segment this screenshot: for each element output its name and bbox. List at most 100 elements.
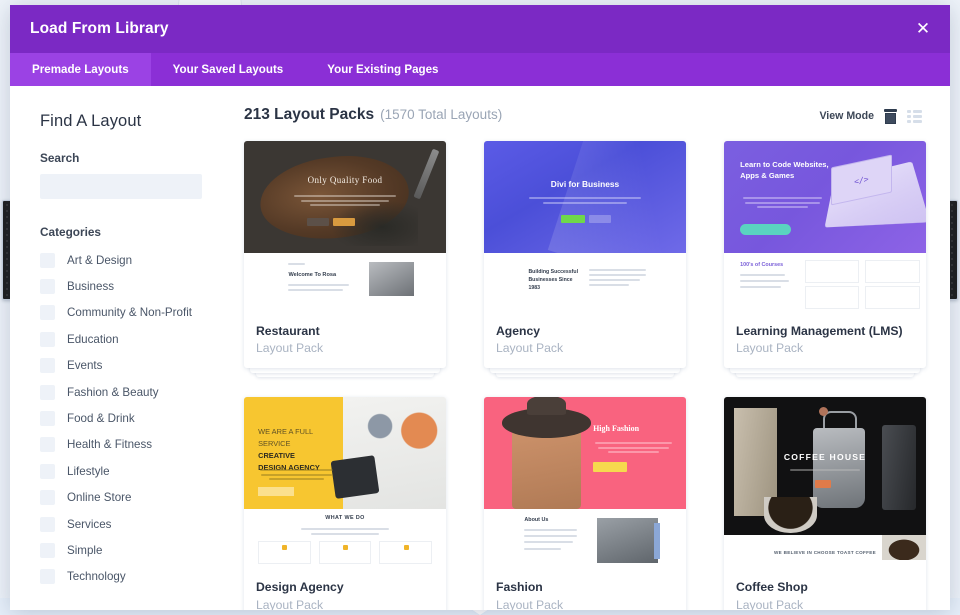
layout-pack-card-design-agency[interactable]: WE ARE A FULL SERVICE CREATIVE DESIGN AG… xyxy=(244,397,446,610)
category-label: Community & Non-Profit xyxy=(67,306,192,319)
thumb-hero-text: CREATIVE xyxy=(258,451,295,460)
category-label: Food & Drink xyxy=(67,412,135,425)
pack-title: Agency xyxy=(496,324,674,339)
layout-pack-card-restaurant[interactable]: Only Quality Food Welcome To Rosa xyxy=(244,141,446,368)
category-community-non-profit[interactable]: Community & Non-Profit xyxy=(40,300,218,326)
checkbox-icon[interactable] xyxy=(40,253,55,268)
category-label: Services xyxy=(67,518,111,531)
pack-subtitle: Layout Pack xyxy=(256,598,434,611)
category-label: Lifestyle xyxy=(67,465,110,478)
thumb-hero-text: Learn to Code Websites, Apps & Games xyxy=(740,159,837,181)
sidebar-heading: Find A Layout xyxy=(40,112,218,131)
modal-title: Load From Library xyxy=(10,20,169,38)
results-header: 213 Layout Packs (1570 Total Layouts) Vi… xyxy=(244,106,926,124)
pack-thumbnail-secondary: About Us xyxy=(484,509,686,571)
load-from-library-modal: Load From Library ✕ Premade Layouts Your… xyxy=(10,5,950,610)
layout-packs-panel: 213 Layout Packs (1570 Total Layouts) Vi… xyxy=(236,86,950,610)
category-events[interactable]: Events xyxy=(40,353,218,379)
thumb-hero-text: Only Quality Food xyxy=(244,175,446,185)
category-label: Technology xyxy=(67,570,126,583)
pack-thumbnail-secondary: 100's of Courses xyxy=(724,253,926,315)
pack-thumbnail-secondary: Building Successful Businesses Since 198… xyxy=(484,253,686,315)
pack-thumbnail: </> Learn to Code Websites, Apps & Games xyxy=(724,141,926,253)
tab-your-existing-pages[interactable]: Your Existing Pages xyxy=(305,53,460,86)
category-fashion-beauty[interactable]: Fashion & Beauty xyxy=(40,379,218,405)
category-health-fitness[interactable]: Health & Fitness xyxy=(40,432,218,458)
total-layouts: (1570 Total Layouts) xyxy=(380,107,502,122)
thumb-hero-text: High Fashion xyxy=(593,424,639,433)
category-technology[interactable]: Technology xyxy=(40,564,218,590)
tab-your-saved-layouts[interactable]: Your Saved Layouts xyxy=(151,53,306,86)
pack-subtitle: Layout Pack xyxy=(496,598,674,611)
checkbox-icon[interactable] xyxy=(40,305,55,320)
view-mode-control: View Mode xyxy=(819,109,922,124)
categories-label: Categories xyxy=(40,225,218,239)
checkbox-icon[interactable] xyxy=(40,490,55,505)
category-label: Education xyxy=(67,333,119,346)
category-label: Health & Fitness xyxy=(67,438,152,451)
pack-thumbnail-secondary: Welcome To Rosa xyxy=(244,253,446,315)
pack-subtitle: Layout Pack xyxy=(496,341,674,355)
thumb-sub-heading: Welcome To Rosa xyxy=(288,272,336,278)
thumb-sub-heading: Building Successful Businesses Since 198… xyxy=(528,269,581,292)
checkbox-icon[interactable] xyxy=(40,543,55,558)
layout-pack-card-coffee-shop[interactable]: COFFEE HOUSE WE BELIEVE IN CHOOSE TOAST … xyxy=(724,397,926,610)
checkbox-icon[interactable] xyxy=(40,358,55,373)
checkbox-icon[interactable] xyxy=(40,385,55,400)
tab-strip: Premade Layouts Your Saved Layouts Your … xyxy=(10,53,950,86)
category-lifestyle[interactable]: Lifestyle xyxy=(40,458,218,484)
thumb-sub-heading: WHAT WE DO xyxy=(244,515,446,521)
tab-premade-layouts[interactable]: Premade Layouts xyxy=(10,53,151,86)
category-services[interactable]: Services xyxy=(40,511,218,537)
pack-title: Restaurant xyxy=(256,324,434,339)
list-view-icon[interactable] xyxy=(907,109,922,124)
close-icon[interactable]: ✕ xyxy=(910,16,936,42)
thumb-sub-heading: About Us xyxy=(524,517,548,523)
modal-header: Load From Library ✕ xyxy=(10,5,950,53)
checkbox-icon[interactable] xyxy=(40,411,55,426)
category-label: Events xyxy=(67,359,102,372)
checkbox-icon[interactable] xyxy=(40,332,55,347)
category-label: Fashion & Beauty xyxy=(67,386,159,399)
layout-pack-card-agency[interactable]: Divi for Business Building Successful Bu… xyxy=(484,141,686,368)
category-label: Business xyxy=(67,280,114,293)
grid-view-icon[interactable] xyxy=(883,109,898,124)
checkbox-icon[interactable] xyxy=(40,517,55,532)
checkbox-icon[interactable] xyxy=(40,279,55,294)
category-simple[interactable]: Simple xyxy=(40,537,218,563)
pack-thumbnail: COFFEE HOUSE xyxy=(724,397,926,535)
category-art-design[interactable]: Art & Design xyxy=(40,247,218,273)
pack-thumbnail: Only Quality Food xyxy=(244,141,446,253)
category-label: Simple xyxy=(67,544,102,557)
thumb-hero-eyebrow: WE ARE A FULL SERVICE xyxy=(258,427,313,448)
pack-subtitle: Layout Pack xyxy=(736,341,914,355)
view-mode-label: View Mode xyxy=(819,110,874,122)
checkbox-icon[interactable] xyxy=(40,464,55,479)
category-online-store[interactable]: Online Store xyxy=(40,485,218,511)
pack-subtitle: Layout Pack xyxy=(736,598,914,611)
layout-pack-card-lms[interactable]: </> Learn to Code Websites, Apps & Games… xyxy=(724,141,926,368)
pack-subtitle: Layout Pack xyxy=(256,341,434,355)
category-label: Online Store xyxy=(67,491,131,504)
search-input[interactable] xyxy=(40,174,202,199)
search-label: Search xyxy=(40,151,218,165)
pack-thumbnail: WE ARE A FULL SERVICE CREATIVE DESIGN AG… xyxy=(244,397,446,509)
checkbox-icon[interactable] xyxy=(40,569,55,584)
pack-title: Learning Management (LMS) xyxy=(736,324,914,339)
pack-title: Fashion xyxy=(496,580,674,595)
pack-count: 213 Layout Packs xyxy=(244,106,374,124)
pack-thumbnail: Divi for Business xyxy=(484,141,686,253)
category-label: Art & Design xyxy=(67,254,132,267)
layout-pack-card-fashion[interactable]: High Fashion About Us xyxy=(484,397,686,610)
category-food-drink[interactable]: Food & Drink xyxy=(40,405,218,431)
layout-pack-grid: Only Quality Food Welcome To Rosa xyxy=(244,141,926,610)
thumb-hero-text: COFFEE HOUSE xyxy=(724,452,926,462)
pack-thumbnail: High Fashion xyxy=(484,397,686,509)
checkbox-icon[interactable] xyxy=(40,437,55,452)
category-education[interactable]: Education xyxy=(40,326,218,352)
pack-thumbnail-secondary: WE BELIEVE IN CHOOSE TOAST COFFEE xyxy=(724,535,926,571)
filter-sidebar: Find A Layout Search Categories Art & De… xyxy=(10,86,236,610)
thumb-sub-heading: 100's of Courses xyxy=(740,262,783,268)
thumb-hero-text: Divi for Business xyxy=(484,179,686,189)
category-business[interactable]: Business xyxy=(40,273,218,299)
